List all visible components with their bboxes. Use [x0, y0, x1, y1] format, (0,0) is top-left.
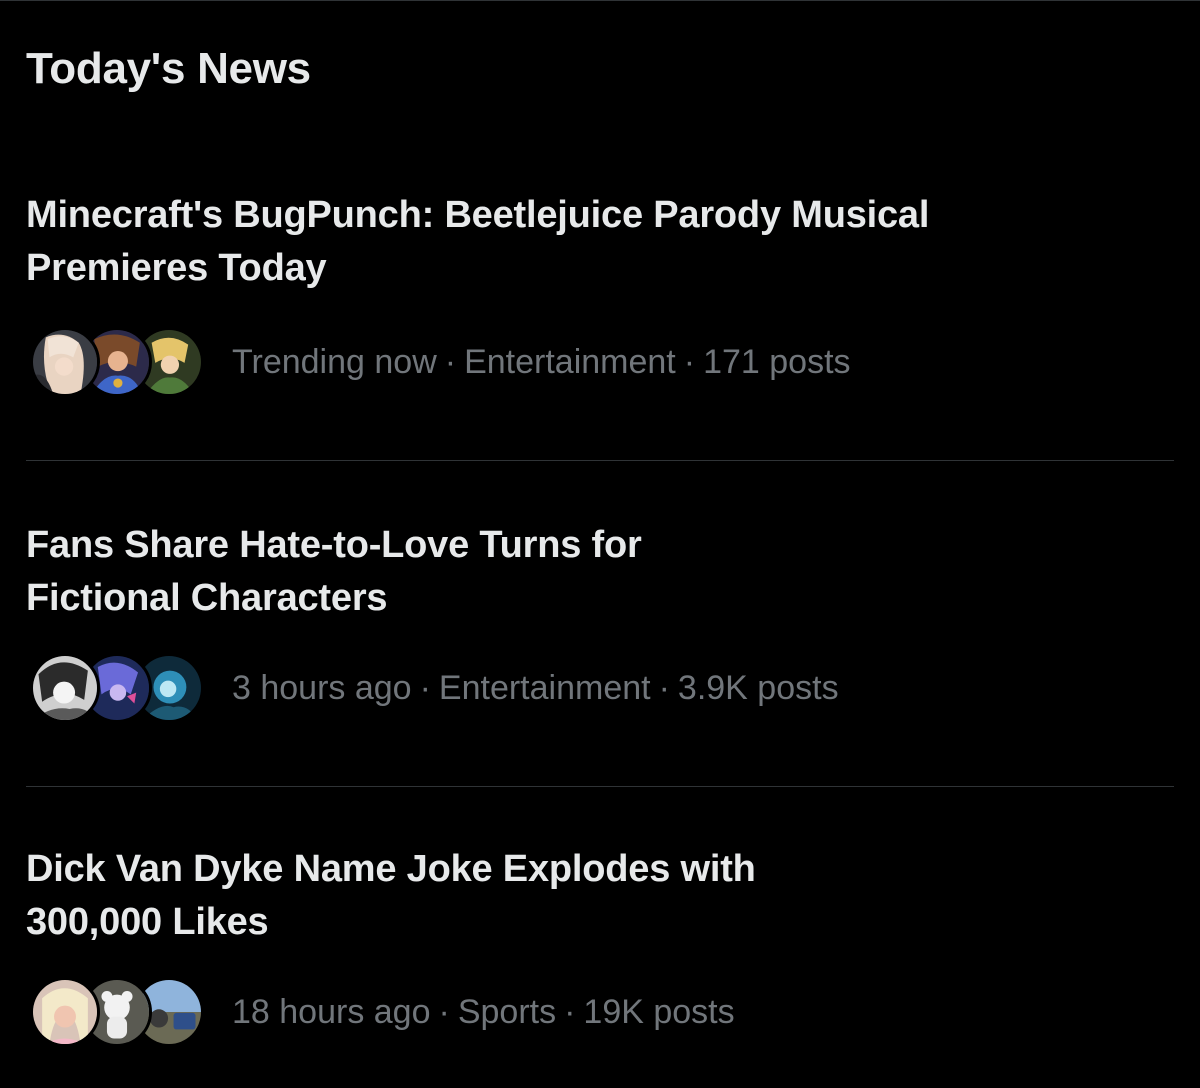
todays-news-panel: Today's News Minecraft's BugPunch: Beetl…: [0, 0, 1200, 1088]
news-meta: 18 hours ago · Sports · 19K posts: [232, 991, 735, 1033]
news-item-1[interactable]: Minecraft's BugPunch: Beetlejuice Parody…: [0, 189, 1200, 429]
news-headline[interactable]: Dick Van Dyke Name Joke Explodes with 30…: [26, 843, 1106, 949]
meta-separator: ·: [419, 669, 431, 707]
avatar-stack: [30, 653, 206, 727]
news-post-count: 19K posts: [583, 993, 735, 1031]
news-meta-row: 3 hours ago · Entertainment · 3.9K posts: [30, 653, 1130, 733]
divider: [26, 786, 1174, 787]
headline-line-2: Premieres Today: [26, 247, 327, 289]
news-post-count: 3.9K posts: [677, 669, 839, 707]
news-post-count: 171 posts: [703, 343, 851, 381]
news-time: 3 hours ago: [232, 669, 412, 707]
headline-line-1: Dick Van Dyke Name Joke Explodes with: [26, 848, 756, 890]
avatar-art: [33, 656, 97, 720]
divider: [26, 460, 1174, 461]
avatar-stack: [30, 977, 206, 1051]
avatar-art: [33, 980, 97, 1044]
news-time: Trending now: [232, 343, 437, 381]
avatar-art: [33, 330, 97, 394]
news-item-2[interactable]: Fans Share Hate-to-Love Turns for Fictio…: [0, 519, 1200, 759]
news-headline[interactable]: Minecraft's BugPunch: Beetlejuice Parody…: [26, 189, 1106, 295]
avatar: [30, 977, 100, 1047]
avatar: [30, 653, 100, 723]
headline-line-2: 300,000 Likes: [26, 901, 269, 943]
section-title: Today's News: [26, 44, 311, 93]
news-meta-row: 18 hours ago · Sports · 19K posts: [30, 977, 1130, 1057]
meta-separator: ·: [564, 993, 576, 1031]
headline-line-1: Minecraft's BugPunch: Beetlejuice Parody…: [26, 194, 930, 236]
avatar-stack: [30, 327, 206, 401]
news-meta-row: Trending now · Entertainment · 171 posts: [30, 327, 1130, 407]
news-time: 18 hours ago: [232, 993, 431, 1031]
news-category: Entertainment: [438, 669, 651, 707]
headline-line-2: Fictional Characters: [26, 577, 388, 619]
news-category: Sports: [457, 993, 557, 1031]
headline-line-1: Fans Share Hate-to-Love Turns for: [26, 524, 642, 566]
news-meta: Trending now · Entertainment · 171 posts: [232, 341, 851, 383]
news-headline[interactable]: Fans Share Hate-to-Love Turns for Fictio…: [26, 519, 1106, 625]
news-category: Entertainment: [464, 343, 676, 381]
news-meta: 3 hours ago · Entertainment · 3.9K posts: [232, 667, 839, 709]
news-item-3[interactable]: Dick Van Dyke Name Joke Explodes with 30…: [0, 843, 1200, 1083]
meta-separator: ·: [444, 343, 457, 381]
avatar: [30, 327, 100, 397]
meta-separator: ·: [438, 993, 450, 1031]
meta-separator: ·: [683, 343, 696, 381]
meta-separator: ·: [658, 669, 670, 707]
